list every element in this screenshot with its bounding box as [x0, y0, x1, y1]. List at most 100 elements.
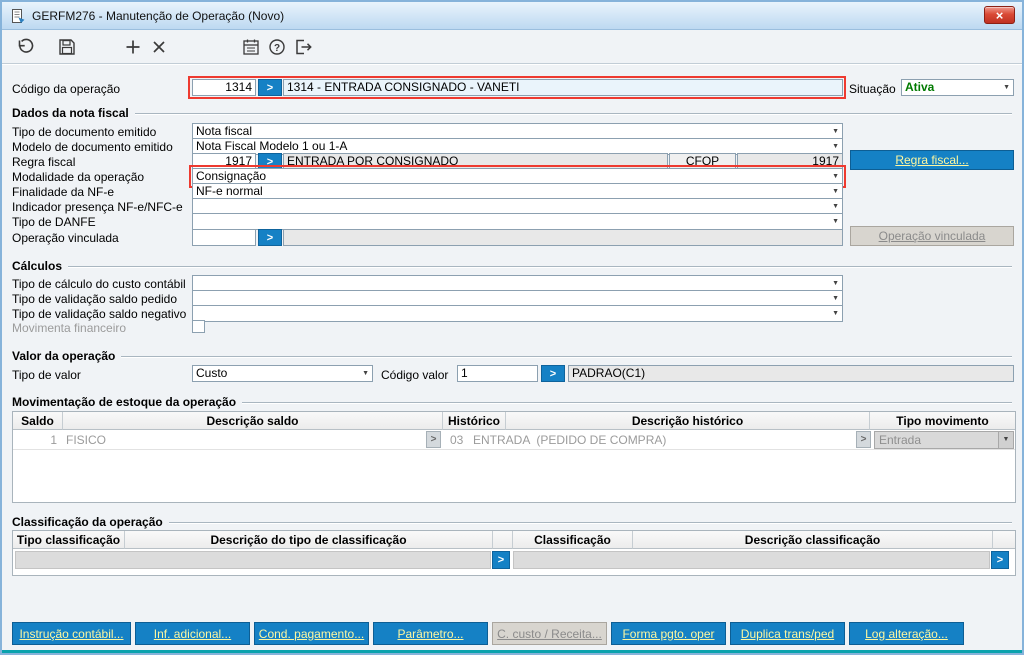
cell-saldo: 1 [50, 433, 57, 447]
regra-fiscal-label: Regra fiscal [12, 155, 76, 169]
classificacao-lookup-button[interactable]: > [492, 551, 510, 569]
window-title: GERFM276 - Manutenção de Operação (Novo) [32, 8, 285, 23]
tipo-valor-value: Custo [196, 366, 228, 380]
col-header-saldo: Saldo [13, 412, 63, 430]
tipo-valor-label: Tipo de valor [12, 368, 81, 382]
section-estoque: Movimentação de estoque da operação [12, 395, 1012, 409]
tipo-movimento-value: Entrada [879, 433, 922, 447]
duplica-trans-ped-button[interactable]: Duplica trans/ped [730, 622, 845, 645]
cell-descricao-saldo: FISICO [66, 433, 107, 447]
save-icon [59, 38, 75, 55]
calendar-button[interactable] [238, 34, 264, 60]
saldo-negativo-label: Tipo de validação saldo negativo [12, 307, 187, 321]
situacao-label: Situação [849, 82, 896, 96]
modalidade-value: Consignação [196, 169, 267, 183]
modelo-documento-value: Nota Fiscal Modelo 1 ou 1-A [196, 139, 348, 153]
saldo-negativo-select[interactable]: ▼ [192, 305, 843, 322]
finalidade-value: NF-e normal [196, 184, 263, 198]
tipo-valor-select[interactable]: Custo ▼ [192, 365, 373, 382]
descricao-classificacao-lookup-button[interactable]: > [991, 551, 1009, 569]
help-icon: ? [269, 38, 285, 55]
section-title: Dados da nota fiscal [12, 106, 129, 120]
chevron-right-icon: > [860, 434, 867, 445]
app-icon [10, 8, 26, 24]
section-valor-operacao: Valor da operação [12, 349, 1012, 363]
modalidade-label: Modalidade da operação [12, 170, 145, 184]
saldo-pedido-label: Tipo de validação saldo pedido [12, 292, 178, 306]
col-header-historico: Histórico [443, 412, 506, 430]
tipo-movimento-select[interactable]: Entrada ▼ [874, 431, 1014, 449]
col-header-tipo-movimento: Tipo movimento [870, 412, 1015, 430]
modelo-documento-label: Modelo de documento emitido [12, 140, 173, 154]
dropdown-arrow-icon: ▼ [832, 310, 839, 317]
dropdown-arrow-icon: ▼ [362, 370, 369, 377]
dropdown-arrow-icon: ▼ [832, 295, 839, 302]
section-classificacao: Classificação da operação [12, 515, 1012, 529]
bottom-edge-bar [2, 650, 1022, 653]
cond-pagamento-button[interactable]: Cond. pagamento... [254, 622, 369, 645]
section-dados-nota-fiscal: Dados da nota fiscal [12, 106, 1012, 120]
codigo-valor-input[interactable]: 1 [457, 365, 538, 382]
dropdown-arrow-icon: ▼ [832, 218, 839, 225]
add-button[interactable] [120, 34, 146, 60]
forma-pgto-oper-button[interactable]: Forma pgto. oper [611, 622, 726, 645]
codigo-operacao-input[interactable]: 1314 [192, 79, 256, 96]
close-button[interactable]: × [984, 6, 1015, 24]
classificacao-table-row[interactable]: > > [13, 551, 1015, 573]
operacao-vinculada-lookup-button[interactable]: > [258, 229, 282, 246]
tipo-danfe-label: Tipo de DANFE [12, 215, 96, 229]
chevron-right-icon: > [266, 231, 274, 244]
operacao-vinculada-label: Operação vinculada [12, 231, 119, 245]
codigo-operacao-lookup-button[interactable]: > [258, 79, 282, 96]
close-icon: × [995, 7, 1004, 23]
regra-fiscal-button[interactable]: Regra fiscal... [850, 150, 1014, 170]
dropdown-arrow-icon: ▼ [832, 173, 839, 180]
delete-button[interactable] [146, 34, 172, 60]
exit-button[interactable] [290, 34, 316, 60]
chevron-right-icon: > [549, 367, 557, 380]
delete-icon [153, 40, 165, 53]
col-header-descricao-tipo-classificacao: Descrição do tipo de classificação [125, 531, 493, 549]
tipo-danfe-select[interactable]: ▼ [192, 213, 843, 230]
saldo-lookup-button[interactable]: > [426, 431, 441, 448]
operacao-vinculada-input[interactable] [192, 229, 256, 246]
col-header-spacer [993, 531, 1015, 549]
instrucao-contabil-button[interactable]: Instrução contábil... [12, 622, 131, 645]
chevron-right-icon: > [266, 155, 274, 168]
c-custo-receita-button: C. custo / Receita... [492, 622, 607, 645]
codigo-operacao-descricao-field: 1314 - ENTRADA CONSIGNADO - VANETI [283, 79, 843, 96]
cell-descricao-historico: ENTRADA (PEDIDO DE COMPRA) [473, 433, 667, 447]
dropdown-arrow-icon: ▼ [1003, 84, 1010, 91]
undo-icon [18, 38, 34, 53]
section-title: Classificação da operação [12, 515, 163, 529]
add-icon [126, 40, 140, 53]
codigo-operacao-label: Código da operação [12, 82, 121, 96]
custo-contabil-label: Tipo de cálculo do custo contábil [12, 277, 186, 291]
operacao-vinculada-button: Operação vinculada [850, 226, 1014, 246]
classificacao-field [513, 551, 990, 569]
col-header-descricao-historico: Descrição histórico [506, 412, 870, 430]
log-alteracao-button[interactable]: Log alteração... [849, 622, 964, 645]
dropdown-arrow-icon: ▼ [998, 432, 1013, 448]
parametro-button[interactable]: Parâmetro... [373, 622, 488, 645]
estoque-table: Saldo Descrição saldo Histórico Descriçã… [12, 411, 1016, 503]
section-title: Valor da operação [12, 349, 116, 363]
indicador-presenca-label: Indicador presença NF-e/NFC-e [12, 200, 183, 214]
classificacao-table: Tipo classificação Descrição do tipo de … [12, 530, 1016, 576]
chevron-right-icon: > [497, 554, 505, 566]
section-title: Movimentação de estoque da operação [12, 395, 237, 409]
undo-button[interactable] [12, 34, 38, 60]
help-button[interactable]: ? [264, 34, 290, 60]
movimenta-financeiro-label: Movimenta financeiro [12, 321, 127, 335]
movimenta-financeiro-checkbox[interactable] [192, 320, 205, 333]
exit-icon [296, 39, 312, 54]
inf-adicional-button[interactable]: Inf. adicional... [135, 622, 250, 645]
col-header-descricao-saldo: Descrição saldo [63, 412, 443, 430]
situacao-select[interactable]: Ativa ▼ [901, 79, 1014, 96]
historico-lookup-button[interactable]: > [856, 431, 871, 448]
estoque-table-row[interactable]: 1 FISICO > 03 ENTRADA (PEDIDO DE COMPRA)… [13, 430, 1015, 450]
section-title: Cálculos [12, 259, 63, 273]
save-button[interactable] [54, 34, 80, 60]
codigo-valor-lookup-button[interactable]: > [541, 365, 565, 382]
chevron-right-icon: > [996, 554, 1004, 566]
